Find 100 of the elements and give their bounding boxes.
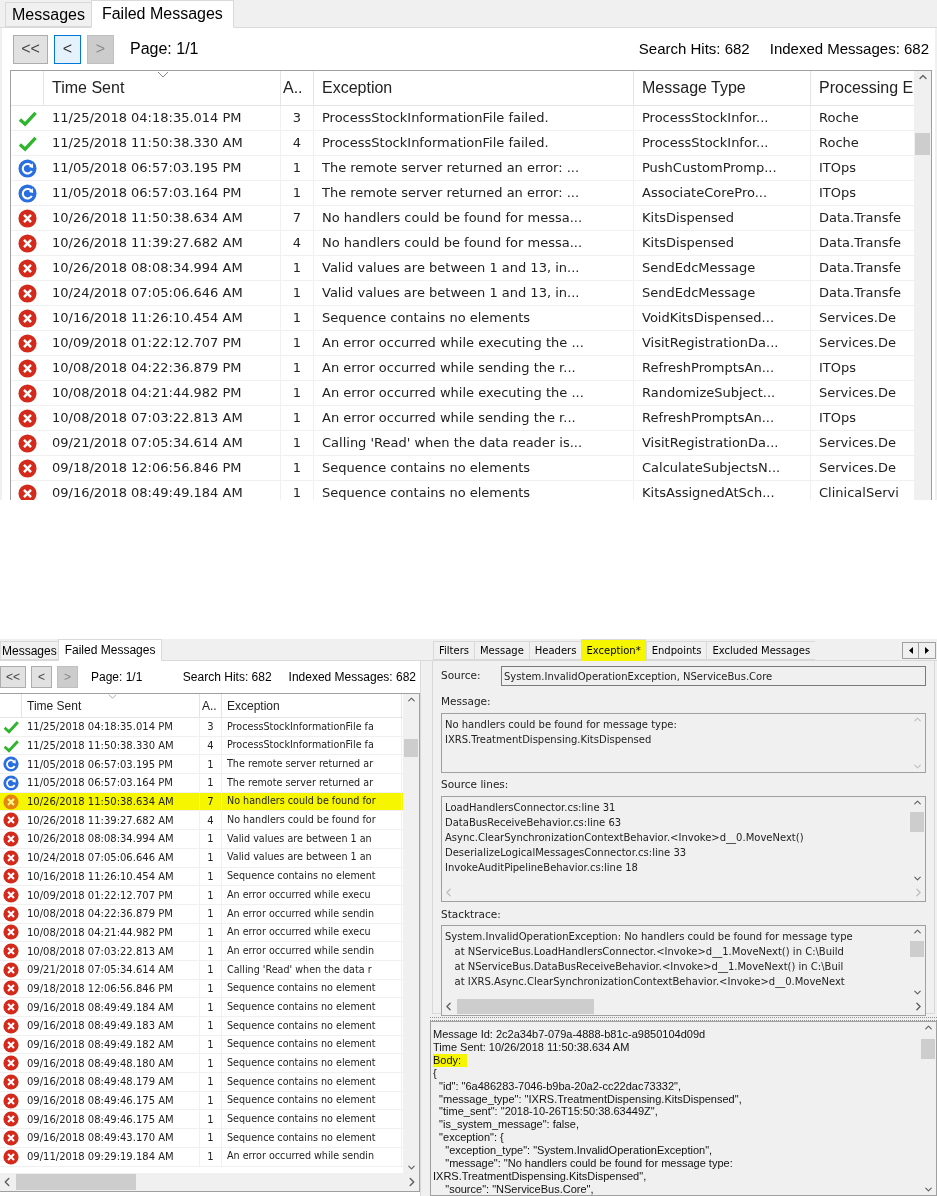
table-cell-text: 10/09/2018 01:22:12.707 PM	[27, 888, 173, 903]
tab[interactable]: Filters	[433, 641, 474, 660]
column-header[interactable]: Time Sent	[44, 71, 281, 105]
scrollbar-thumb[interactable]	[921, 1039, 935, 1059]
table-cell-text: 11/05/2018 06:57:03.195 PM	[52, 159, 242, 178]
tab[interactable]: Exception*	[581, 639, 646, 661]
table-cell-text: 1	[207, 1075, 214, 1090]
left-triangle-icon	[908, 647, 913, 654]
table-cell-text: 11/25/2018 04:18:35.014 PM	[27, 720, 173, 735]
table-row[interactable]: 10/26/2018 11:39:27.682 AM 4 No handlers could be found for messa... KitsDispensed Data.Transfe	[11, 231, 914, 256]
table-row[interactable]: 10/26/2018 08:08:34.994 AM 1 Valid values are between 1 an	[0, 830, 403, 849]
table-cell-text: 11/25/2018 04:18:35.014 PM	[52, 109, 242, 128]
table-row[interactable]: 10/08/2018 07:03:22.813 AM 1 An error occurred while sending the r... RefreshPromptsAn... ITOps	[11, 406, 914, 431]
column-header[interactable]: Exception	[314, 71, 634, 105]
column-header[interactable]: Message Type	[634, 71, 811, 105]
table-row[interactable]: 09/21/2018 07:05:34.614 AM 1 Calling 'Read' when the data reader is... VisitRegistrationDa... Services.De	[11, 431, 914, 456]
table-row[interactable]: 11/25/2018 04:18:35.014 PM 3 ProcessStockInformationFile failed. ProcessStockInfor... Roche	[11, 106, 914, 131]
tab-scroll-left-button[interactable]	[902, 642, 919, 659]
table-row[interactable]: 10/08/2018 07:03:22.813 AM 1 An error occurred while sendin	[0, 942, 403, 961]
vertical-scrollbar[interactable]	[403, 694, 419, 1173]
table-cell-text: The remote server returned an error: ...	[322, 184, 580, 203]
table-cell-text: An error occurred while executing the ...	[322, 334, 584, 353]
scrollbar-thumb[interactable]	[915, 133, 930, 155]
table-cell-text: SendEdcMessage	[642, 259, 756, 278]
tab[interactable]: Endpoints	[645, 641, 707, 660]
pager-button[interactable]: <	[54, 34, 81, 64]
table-row[interactable]: 11/25/2018 11:50:38.330 AM 4 ProcessStockInformationFile failed. ProcessStockInfor... Roche	[11, 131, 914, 156]
table-row[interactable]: 10/26/2018 08:08:34.994 AM 1 Valid values are between 1 and 13, in... SendEdcMessage Data.Transfe	[11, 256, 914, 281]
table-row[interactable]: 09/16/2018 08:49:49.183 AM 1 Sequence contains no element	[0, 1017, 403, 1036]
table-cell-text: Data.Transfe	[819, 259, 902, 278]
table-row[interactable]: 09/16/2018 08:49:49.184 AM 1 Sequence contains no element	[0, 998, 403, 1017]
table-cell-text: RandomizeSubject...	[642, 384, 776, 403]
column-header[interactable]: A..	[200, 694, 222, 717]
vertical-scrollbar[interactable]	[914, 71, 931, 500]
horizontal-scrollbar[interactable]	[0, 1173, 419, 1191]
table-cell-text: An error occurred while sending the r...	[322, 409, 576, 428]
table-row[interactable]: 10/26/2018 11:39:27.682 AM 4 No handlers could be found for	[0, 811, 403, 831]
text-area[interactable]	[441, 795, 926, 902]
tab[interactable]: Headers	[528, 641, 582, 660]
table-cell-text: 10/08/2018 07:03:22.813 AM	[27, 944, 174, 959]
source-field[interactable]: System.InvalidOperationException, NServiceBus.Core	[501, 666, 926, 686]
table-cell-text: 1	[207, 925, 214, 940]
scrollbar-thumb[interactable]	[404, 739, 418, 757]
table-cell-text: 10/08/2018 07:03:22.813 AM	[52, 409, 243, 428]
table-row[interactable]: 10/09/2018 01:22:12.707 PM 1 An error occurred while execu	[0, 886, 403, 905]
table-row[interactable]: 09/16/2018 08:49:46.175 AM 1 Sequence contains no element	[0, 1110, 403, 1130]
table-cell-text: Data.Transfe	[819, 284, 902, 303]
tab[interactable]: Messages	[0, 641, 58, 660]
table-row[interactable]: 10/24/2018 07:05:06.646 AM 1 Valid values are between 1 and 13, in... SendEdcMessage Data.Transfe	[11, 281, 914, 306]
tab[interactable]: Message	[474, 641, 529, 660]
table-cell-text: Sequence contains no element	[227, 1018, 376, 1033]
table-cell-text: 1	[207, 1094, 214, 1109]
table-cell-text: 1	[292, 484, 302, 500]
table-cell: No handlers could be found for	[227, 813, 376, 828]
tab[interactable]: Failed Messages	[57, 639, 163, 661]
table-cell-text: ProcessStockInformationFile failed.	[322, 134, 549, 153]
table-row[interactable]: 10/16/2018 11:26:10.454 AM 1 Sequence contains no elements VoidKitsDispensed... Services.De	[11, 306, 914, 331]
table-cell-text: Sequence contains no elements	[322, 309, 531, 328]
table-row[interactable]: 10/26/2018 11:50:38.634 AM 7 No handlers could be found for messa... KitsDispensed Data.Transfe	[11, 206, 914, 231]
table-row[interactable]: 09/16/2018 08:49:48.180 AM 1 Sequence contains no element	[0, 1054, 403, 1074]
table-row[interactable]: 10/09/2018 01:22:12.707 PM 1 An error occurred while executing the ... VisitRegistrationDa... Services.De	[11, 331, 914, 356]
table-row[interactable]: 11/05/2018 06:57:03.164 PM 1 The remote server returned an error: ... AssociateCorePro... ITOps	[11, 181, 914, 206]
column-header[interactable]: Time Sent	[22, 694, 200, 717]
tab[interactable]: Excluded Messages	[706, 641, 816, 660]
table-row[interactable]: 09/16/2018 08:49:48.179 AM 1 Sequence contains no element	[0, 1073, 403, 1092]
table-cell-text: 10/26/2018 08:08:34.994 AM	[52, 259, 243, 278]
table-row[interactable]: 10/08/2018 04:22:36.879 PM 1 An error occurred while sending the r... RefreshPromptsAn... ITOps	[11, 356, 914, 381]
text-area[interactable]: No handlers could be found for message type: IXRS.TreatmentDispensing.KitsDispensed	[441, 712, 926, 773]
table-cell-text: The remote server returned an error: ...	[322, 159, 580, 178]
table-cell-text: 1	[207, 757, 214, 772]
indexed-messages-label: Indexed Messages: 682	[769, 38, 929, 59]
table-row[interactable]: 10/08/2018 04:21:44.982 PM 1 An error occurred while executing the ... RandomizeSubject... Services.De	[11, 381, 914, 406]
pager-button[interactable]: <<	[0, 666, 26, 688]
text-area[interactable]	[441, 925, 926, 1017]
table-row[interactable]: 11/05/2018 06:57:03.195 PM 1 The remote server returned ar	[0, 755, 403, 775]
table-cell-text: The remote server returned ar	[227, 757, 374, 771]
tab-scroll-right-button[interactable]	[919, 642, 936, 659]
table-row[interactable]: 09/18/2018 12:06:56.846 PM 1 Sequence contains no elements CalculateSubjectsN... Services.De	[11, 456, 914, 481]
table-row[interactable]: 11/25/2018 04:18:35.014 PM 3 ProcessStockInformationFile fa	[0, 718, 403, 737]
tab[interactable]: Messages	[5, 2, 91, 27]
column-header[interactable]: Exception	[222, 694, 402, 717]
table-row[interactable]: 11/05/2018 06:57:03.164 PM 1 The remote server returned ar	[0, 774, 403, 793]
scroll-down-icon[interactable]	[405, 1162, 417, 1173]
scrollbar-thumb[interactable]	[910, 941, 924, 958]
table-row[interactable]: 11/05/2018 06:57:03.195 PM 1 The remote server returned an error: ... PushCustomPromp... ITOps	[11, 156, 914, 181]
scrollbar-thumb[interactable]	[910, 811, 924, 832]
table-cell-text: ITOps	[819, 159, 857, 178]
page-label: Page: 1/1	[130, 39, 199, 59]
pager-button[interactable]: <	[31, 666, 52, 688]
scrollbar-thumb[interactable]	[16, 1174, 136, 1190]
table-cell-text: 1	[207, 851, 214, 866]
tab[interactable]: Failed Messages	[90, 0, 234, 28]
table-cell-text: 10/24/2018 07:05:06.646 AM	[52, 284, 243, 303]
table-row[interactable]: 09/16/2018 08:49:43.170 AM 1 Sequence contains no element	[0, 1129, 403, 1148]
message-line: IXRS.TreatmentDispensing.KitsDispensed	[445, 732, 653, 747]
scrollbar-thumb[interactable]	[457, 999, 594, 1015]
vertical-scrollbar[interactable]	[920, 1022, 936, 1195]
pager-button[interactable]: <<	[13, 34, 48, 64]
scroll-down-icon[interactable]	[922, 1184, 934, 1195]
column-header[interactable]: A..	[281, 71, 314, 105]
